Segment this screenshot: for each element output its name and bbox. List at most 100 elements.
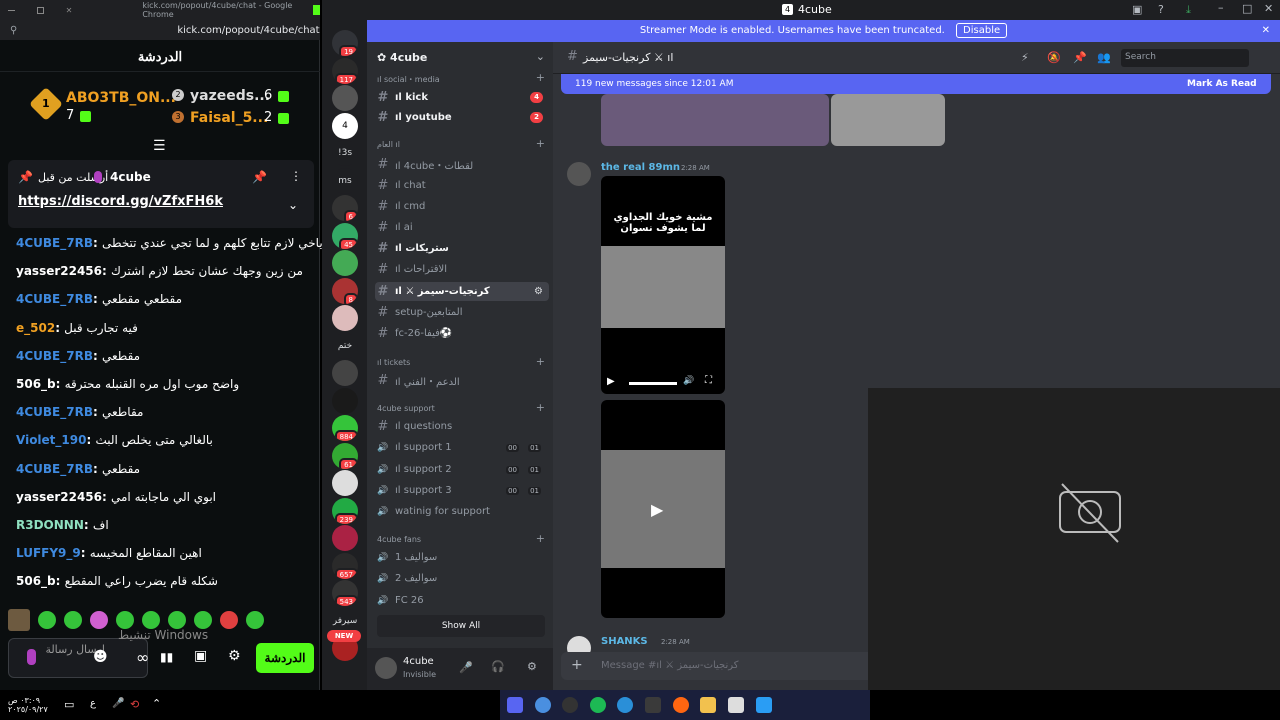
pinned-link[interactable]: https://discord.gg/vZfxFH6k xyxy=(18,194,223,209)
close-icon[interactable]: ✕ xyxy=(66,6,73,15)
chat-username[interactable]: 4CUBE_7RB xyxy=(16,405,93,419)
chat-username[interactable]: yasser22456 xyxy=(16,490,102,504)
show-all-button[interactable]: Show All xyxy=(377,615,545,637)
emote-icon[interactable] xyxy=(220,611,238,629)
emote-icon[interactable] xyxy=(116,611,134,629)
collapse-lines-icon[interactable]: ☰ xyxy=(153,138,166,154)
notifications-icon[interactable]: 🔕 xyxy=(1047,51,1061,64)
channel-item[interactable]: # ıl kick 4 xyxy=(375,88,549,107)
language-indicator[interactable]: ع xyxy=(90,698,96,709)
threads-icon[interactable]: ⚡ xyxy=(1021,51,1029,64)
headset-icon[interactable]: 🎧 xyxy=(491,660,505,673)
video-attachment[interactable]: مشية خويك الجداوي لما يشوف نسوان ▶ 🔊 ⛶ xyxy=(601,176,725,394)
top-gifter-1[interactable]: 1 ABO3TB_ON... 7 xyxy=(29,87,176,130)
previous-media-attachment[interactable] xyxy=(831,94,945,146)
close-icon[interactable]: ✕ xyxy=(1264,2,1273,15)
minimize-icon[interactable] xyxy=(8,9,16,11)
chat-input[interactable]: إرسال رسالة ☻ xyxy=(8,638,148,678)
server-icon[interactable] xyxy=(332,360,358,386)
chevron-down-icon[interactable]: ⌄ xyxy=(288,198,298,212)
chat-username[interactable]: 4CUBE_7RB xyxy=(16,292,93,306)
user-avatar-emote[interactable] xyxy=(8,609,30,631)
discord-taskbar-icon[interactable] xyxy=(507,697,523,713)
play-icon[interactable]: ▶ xyxy=(607,376,615,387)
add-channel-icon[interactable]: + xyxy=(536,355,545,368)
channel-item[interactable]: # ıl questions xyxy=(375,417,549,436)
chat-username[interactable]: 4CUBE_7RB xyxy=(16,349,93,363)
channel-item[interactable]: # setup-المتابعين xyxy=(375,303,549,322)
task-view-taskbar-icon[interactable] xyxy=(728,697,744,713)
play-icon[interactable]: ▶ xyxy=(651,500,663,519)
maximize-icon[interactable] xyxy=(37,6,44,14)
server-icon[interactable]: 117 xyxy=(332,57,358,84)
new-messages-bar[interactable]: 119 new messages since 12:01 AM Mark As … xyxy=(561,74,1271,94)
server-icon[interactable] xyxy=(332,525,358,551)
chat-username[interactable]: e_502 xyxy=(16,321,55,335)
previous-media-attachment[interactable] xyxy=(601,94,829,146)
channel-category[interactable]: ıl social・media xyxy=(377,74,440,85)
fullscreen-icon[interactable]: ⛶ xyxy=(705,375,712,386)
mic-icon[interactable]: 🎤 xyxy=(459,661,473,674)
server-icon[interactable]: !3s xyxy=(332,140,358,166)
emote-icon[interactable] xyxy=(194,611,212,629)
server-icon[interactable]: 19 xyxy=(332,30,358,56)
chrome-title-bar[interactable]: ✕ kick.com/popout/4cube/chat - Google Ch… xyxy=(0,0,320,20)
gift-box-icon[interactable]: ▣ xyxy=(194,648,207,664)
server-icon[interactable] xyxy=(332,250,358,276)
channel-item[interactable]: # fc-26-فيفا⚽ xyxy=(375,324,549,343)
clock[interactable]: ٠٣:٠٩ ص ٢٠٢٥/٠٩/٢٧ xyxy=(8,696,48,714)
add-channel-icon[interactable]: + xyxy=(536,401,545,414)
channel-item[interactable]: # ıl ⚔ كرنجيات-سيمز ⚙ xyxy=(375,282,549,301)
chat-username[interactable]: R3DONNN xyxy=(16,518,84,532)
server-icon[interactable]: 4 xyxy=(332,112,358,139)
emote-icon[interactable] xyxy=(246,611,264,629)
chrome-taskbar-icon[interactable] xyxy=(535,697,551,713)
unpin-icon[interactable]: 📌 xyxy=(252,170,267,184)
channel-settings-icon[interactable]: ⚙ xyxy=(534,286,543,297)
channel-item[interactable]: 🔊 watinig for support xyxy=(375,502,549,521)
server-icon[interactable]: ms xyxy=(332,167,358,194)
add-channel-icon[interactable]: + xyxy=(536,137,545,150)
server-icon[interactable]: ختم xyxy=(332,332,358,359)
channel-category[interactable]: 4cube support xyxy=(377,404,435,413)
progress-bar[interactable] xyxy=(629,382,677,385)
mark-read-button[interactable]: Mark As Read xyxy=(1187,79,1257,89)
video-attachment[interactable]: ▶ xyxy=(601,400,725,618)
chat-username[interactable]: 506_b xyxy=(16,377,56,391)
add-attachment-icon[interactable]: + xyxy=(571,657,583,673)
server-icon[interactable]: 6 xyxy=(332,195,358,221)
new-unreads-pill[interactable]: NEW xyxy=(327,630,361,642)
emote-icon[interactable] xyxy=(64,611,82,629)
pin-icon[interactable]: 📌 xyxy=(1073,51,1087,64)
message-author[interactable]: the real 89mn xyxy=(601,162,680,173)
channel-item[interactable]: # ıl youtube 2 xyxy=(375,108,549,127)
settings-icon[interactable]: ⚙ xyxy=(228,648,241,664)
emote-icon[interactable] xyxy=(38,611,56,629)
avatar[interactable] xyxy=(375,657,397,679)
channel-item[interactable]: # ıl ai xyxy=(375,218,549,237)
edge-taskbar-icon[interactable] xyxy=(617,697,633,713)
server-icon[interactable]: 657 xyxy=(332,552,358,579)
channel-item[interactable]: # ıl 4cube・لقطات xyxy=(375,155,549,174)
server-icon[interactable]: 61 xyxy=(332,442,358,469)
emote-icon[interactable] xyxy=(168,611,186,629)
help-icon[interactable]: ? xyxy=(1158,3,1164,16)
add-channel-icon[interactable]: + xyxy=(536,71,545,84)
chat-username[interactable]: yasser22456 xyxy=(16,264,102,278)
firefox-taskbar-icon[interactable] xyxy=(673,697,689,713)
channel-item[interactable]: 🔊 ıl support 1 00 01 xyxy=(375,438,549,457)
avatar[interactable] xyxy=(567,162,591,186)
server-icon[interactable]: 543 xyxy=(332,580,358,606)
channel-category[interactable]: العام ıl xyxy=(377,140,400,149)
inbox-icon[interactable]: ▣ xyxy=(1132,3,1142,16)
channel-item[interactable]: 🔊 ıl support 3 00 01 xyxy=(375,481,549,500)
search-input[interactable]: Search xyxy=(1121,49,1249,67)
volume-icon[interactable]: 🔊 xyxy=(683,376,694,386)
channel-item[interactable]: # ıl الاقتراحات xyxy=(375,260,549,279)
server-icon[interactable] xyxy=(332,305,358,331)
message-author[interactable]: SHANKS xyxy=(601,636,648,647)
disable-button[interactable]: Disable xyxy=(956,23,1008,38)
channel-item[interactable]: # ıl chat xyxy=(375,176,549,195)
server-icon[interactable]: 8 xyxy=(332,277,358,304)
top-gifter-3[interactable]: 3 Faisal_5... 2 xyxy=(172,110,302,130)
